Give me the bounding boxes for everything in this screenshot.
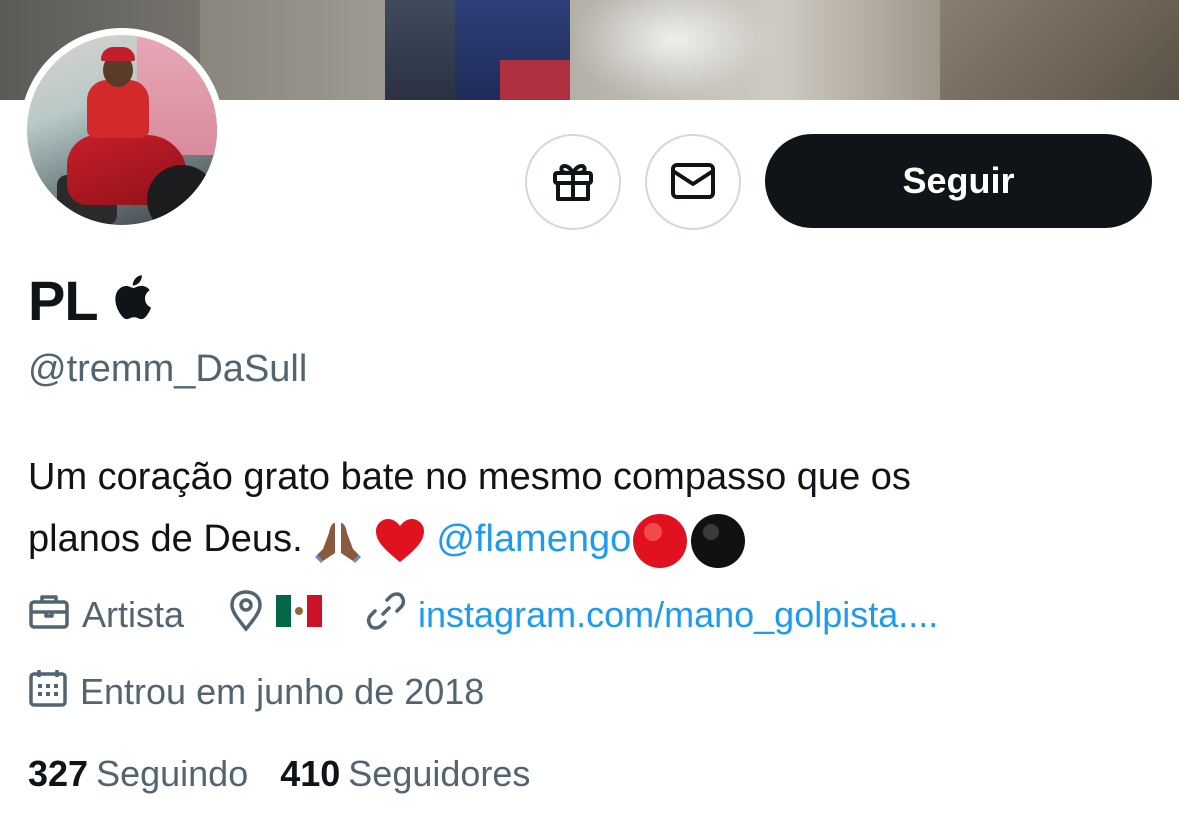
- followers-link[interactable]: 410 Seguidores: [280, 753, 530, 795]
- profile-bio: Um coração grato bate no mesmo compasso …: [28, 446, 1148, 570]
- avatar[interactable]: [20, 28, 224, 232]
- follow-button[interactable]: Seguir: [765, 134, 1152, 228]
- link-icon: [366, 591, 406, 640]
- location-pin-icon: [228, 589, 264, 641]
- message-button[interactable]: [645, 134, 741, 230]
- followers-count: 410: [280, 753, 341, 794]
- profile-joined: Entrou em junho de 2018: [28, 668, 484, 717]
- praying-hands-icon: [313, 519, 363, 563]
- gift-button[interactable]: [525, 134, 621, 230]
- black-circle-icon: [689, 512, 747, 570]
- followers-label: Seguidores: [348, 753, 531, 794]
- bio-line-1: Um coração grato bate no mesmo compasso …: [28, 456, 911, 498]
- gift-icon: [550, 159, 596, 206]
- profile-handle: @tremm_DaSull: [28, 348, 308, 390]
- profile-category: Artista: [28, 592, 184, 639]
- calendar-icon: [28, 668, 68, 717]
- profile-joined-row: Entrou em junho de 2018: [28, 667, 528, 717]
- red-circle-icon: [631, 512, 689, 570]
- following-link[interactable]: 327 Seguindo: [28, 753, 248, 795]
- category-text: Artista: [82, 594, 185, 635]
- briefcase-icon: [28, 592, 70, 639]
- profile-stats: 327 Seguindo 410 Seguidores: [28, 753, 530, 795]
- mail-icon: [669, 161, 717, 204]
- red-heart-icon: [374, 518, 426, 564]
- display-name-text: PL: [28, 269, 99, 332]
- joined-text: Entrou em junho de 2018: [80, 671, 485, 712]
- bio-mention-link[interactable]: @flamengo: [436, 518, 631, 560]
- website-link[interactable]: instagram.com/mano_golpista....: [418, 594, 938, 636]
- bio-line-2-text: planos de Deus.: [28, 518, 303, 560]
- mexico-flag-icon: [276, 594, 323, 636]
- following-count: 327: [28, 753, 89, 794]
- display-name: PL: [28, 268, 152, 333]
- profile-website: instagram.com/mano_golpista....: [366, 591, 938, 640]
- profile-location: [228, 589, 323, 641]
- bio-line-2: planos de Deus. @flamengo: [28, 508, 1148, 570]
- profile-meta-row: Artista instagram.com/mano_golpista....: [28, 589, 982, 641]
- avatar-photo: [27, 35, 217, 225]
- following-label: Seguindo: [96, 753, 249, 794]
- apple-logo-icon: [112, 268, 152, 333]
